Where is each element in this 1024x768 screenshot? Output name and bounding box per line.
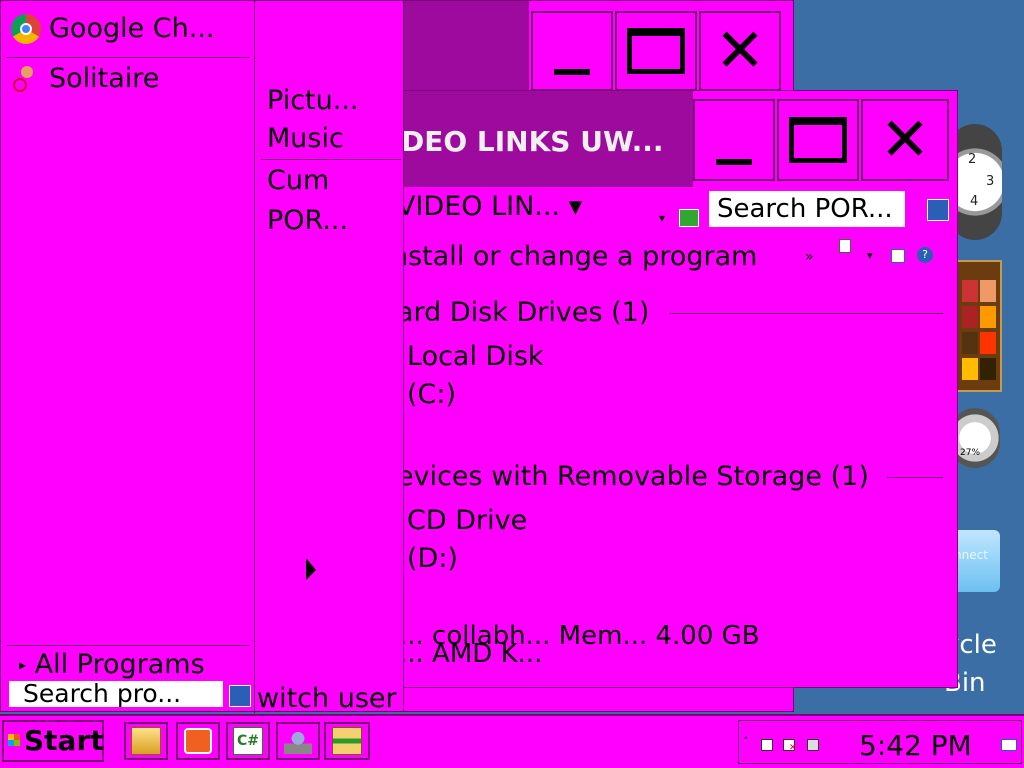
- group-divider: [887, 477, 943, 478]
- slideshow-gadget[interactable]: [956, 260, 1002, 392]
- solitaire-icon: [11, 64, 41, 94]
- start-menu-programs-pane: Google Ch... Solitaire ▸ All Programs Se…: [1, 1, 255, 713]
- help-icon[interactable]: ?: [917, 247, 933, 263]
- archive-icon: [332, 727, 362, 755]
- drive-c-name[interactable]: Local Disk: [407, 341, 544, 372]
- separator: [7, 645, 249, 646]
- maximize-button[interactable]: [615, 11, 697, 91]
- mouse-pointer-icon: [306, 558, 316, 580]
- minimize-icon: [716, 159, 752, 165]
- media-player-icon: [184, 728, 212, 754]
- taskbar: Start C# ˄ ✕ 5:42 PM: [0, 714, 1024, 768]
- close-button[interactable]: ✕: [699, 11, 781, 91]
- show-desktop-icon[interactable]: [1001, 739, 1017, 751]
- view-icon[interactable]: [839, 239, 851, 253]
- start-item-label: Google Ch...: [49, 13, 215, 44]
- error-badge-icon: ✕: [789, 743, 797, 753]
- csharp-icon: C#: [233, 727, 263, 755]
- drive-d-name[interactable]: CD Drive: [407, 505, 527, 536]
- volume-icon[interactable]: [807, 739, 819, 751]
- search-input[interactable]: Search POR...: [709, 191, 905, 227]
- minimize-icon: [554, 69, 590, 75]
- separator: [261, 159, 401, 160]
- network-icon: [284, 728, 312, 754]
- view-dropdown-icon[interactable]: ▾: [867, 249, 873, 262]
- window-titlebar[interactable]: [385, 1, 529, 91]
- windows-logo-icon: [8, 734, 20, 746]
- group-divider: [669, 313, 943, 314]
- start-item-cum[interactable]: Cum: [267, 165, 329, 196]
- drive-c-letter[interactable]: (C:): [407, 379, 456, 410]
- preview-pane-icon[interactable]: [891, 249, 905, 263]
- start-item-por[interactable]: POR...: [267, 205, 348, 236]
- address-dropdown-icon[interactable]: ▾: [659, 211, 665, 225]
- uninstall-program-command[interactable]: nstall or change a program: [401, 241, 757, 272]
- drive-d-letter[interactable]: (D:): [407, 543, 458, 574]
- show-hidden-icons-button[interactable]: ˄: [743, 735, 749, 748]
- taskbar-network-button[interactable]: [276, 722, 320, 760]
- minimize-button[interactable]: [693, 99, 775, 181]
- start-menu: Google Ch... Solitaire ▸ All Programs Se…: [0, 0, 404, 714]
- taskbar-archive-button[interactable]: [324, 722, 370, 760]
- taskbar-explorer-button[interactable]: [124, 722, 168, 760]
- taskbar-csharp-button[interactable]: C#: [226, 722, 270, 760]
- chrome-icon: [11, 13, 41, 44]
- refresh-icon[interactable]: [679, 209, 699, 227]
- notification-area: ˄ ✕ 5:42 PM: [738, 720, 1022, 764]
- explorer-icon: [131, 727, 161, 755]
- start-item-label: Solitaire: [49, 63, 160, 94]
- all-programs-label: All Programs: [34, 649, 205, 680]
- details-pane-text: ... AMD K...: [400, 639, 543, 669]
- search-icon[interactable]: [229, 685, 251, 707]
- connect-label: nnect: [954, 548, 988, 562]
- close-button[interactable]: ✕: [861, 99, 949, 181]
- maximize-button[interactable]: [777, 99, 859, 181]
- chevron-right-icon: ▸: [19, 657, 27, 674]
- group-header-hard-disk[interactable]: ard Disk Drives (1): [401, 297, 649, 328]
- clock-numeral: 4: [970, 194, 979, 209]
- more-commands-button[interactable]: »: [805, 249, 814, 265]
- computer-explorer-window[interactable]: DEO LINKS UW... ✕ VIDEO LIN... ▾ ▾ Searc…: [400, 90, 958, 688]
- start-button[interactable]: Start: [2, 720, 104, 762]
- cpu-meter-value: 27%: [960, 448, 981, 458]
- switch-user-button[interactable]: witch user: [257, 683, 397, 714]
- start-label: Start: [24, 724, 104, 757]
- taskbar-media-player-button[interactable]: [176, 722, 220, 760]
- start-item-google-chrome[interactable]: Google Ch...: [11, 13, 215, 44]
- all-programs-button[interactable]: ▸ All Programs: [19, 649, 205, 680]
- address-bar[interactable]: VIDEO LIN... ▾: [401, 191, 582, 222]
- start-item-pictures[interactable]: Pictu...: [267, 85, 358, 116]
- clock-numeral: 3: [986, 174, 995, 189]
- close-icon: ✕: [714, 16, 766, 86]
- start-item-music[interactable]: Music: [267, 123, 344, 154]
- action-center-icon[interactable]: [761, 739, 773, 751]
- system-clock[interactable]: 5:42 PM: [859, 729, 972, 762]
- maximize-icon: [627, 28, 685, 74]
- group-header-removable[interactable]: evices with Removable Storage (1): [401, 461, 869, 492]
- window-title: DEO LINKS UW...: [401, 125, 664, 158]
- clock-numeral: 2: [968, 152, 977, 167]
- start-search-input[interactable]: Search pro...: [9, 681, 223, 707]
- separator: [7, 57, 249, 58]
- start-item-solitaire[interactable]: Solitaire: [11, 63, 159, 94]
- close-icon: ✕: [879, 105, 931, 175]
- search-icon[interactable]: [927, 199, 949, 221]
- maximize-icon: [789, 117, 847, 163]
- minimize-button[interactable]: [531, 11, 613, 91]
